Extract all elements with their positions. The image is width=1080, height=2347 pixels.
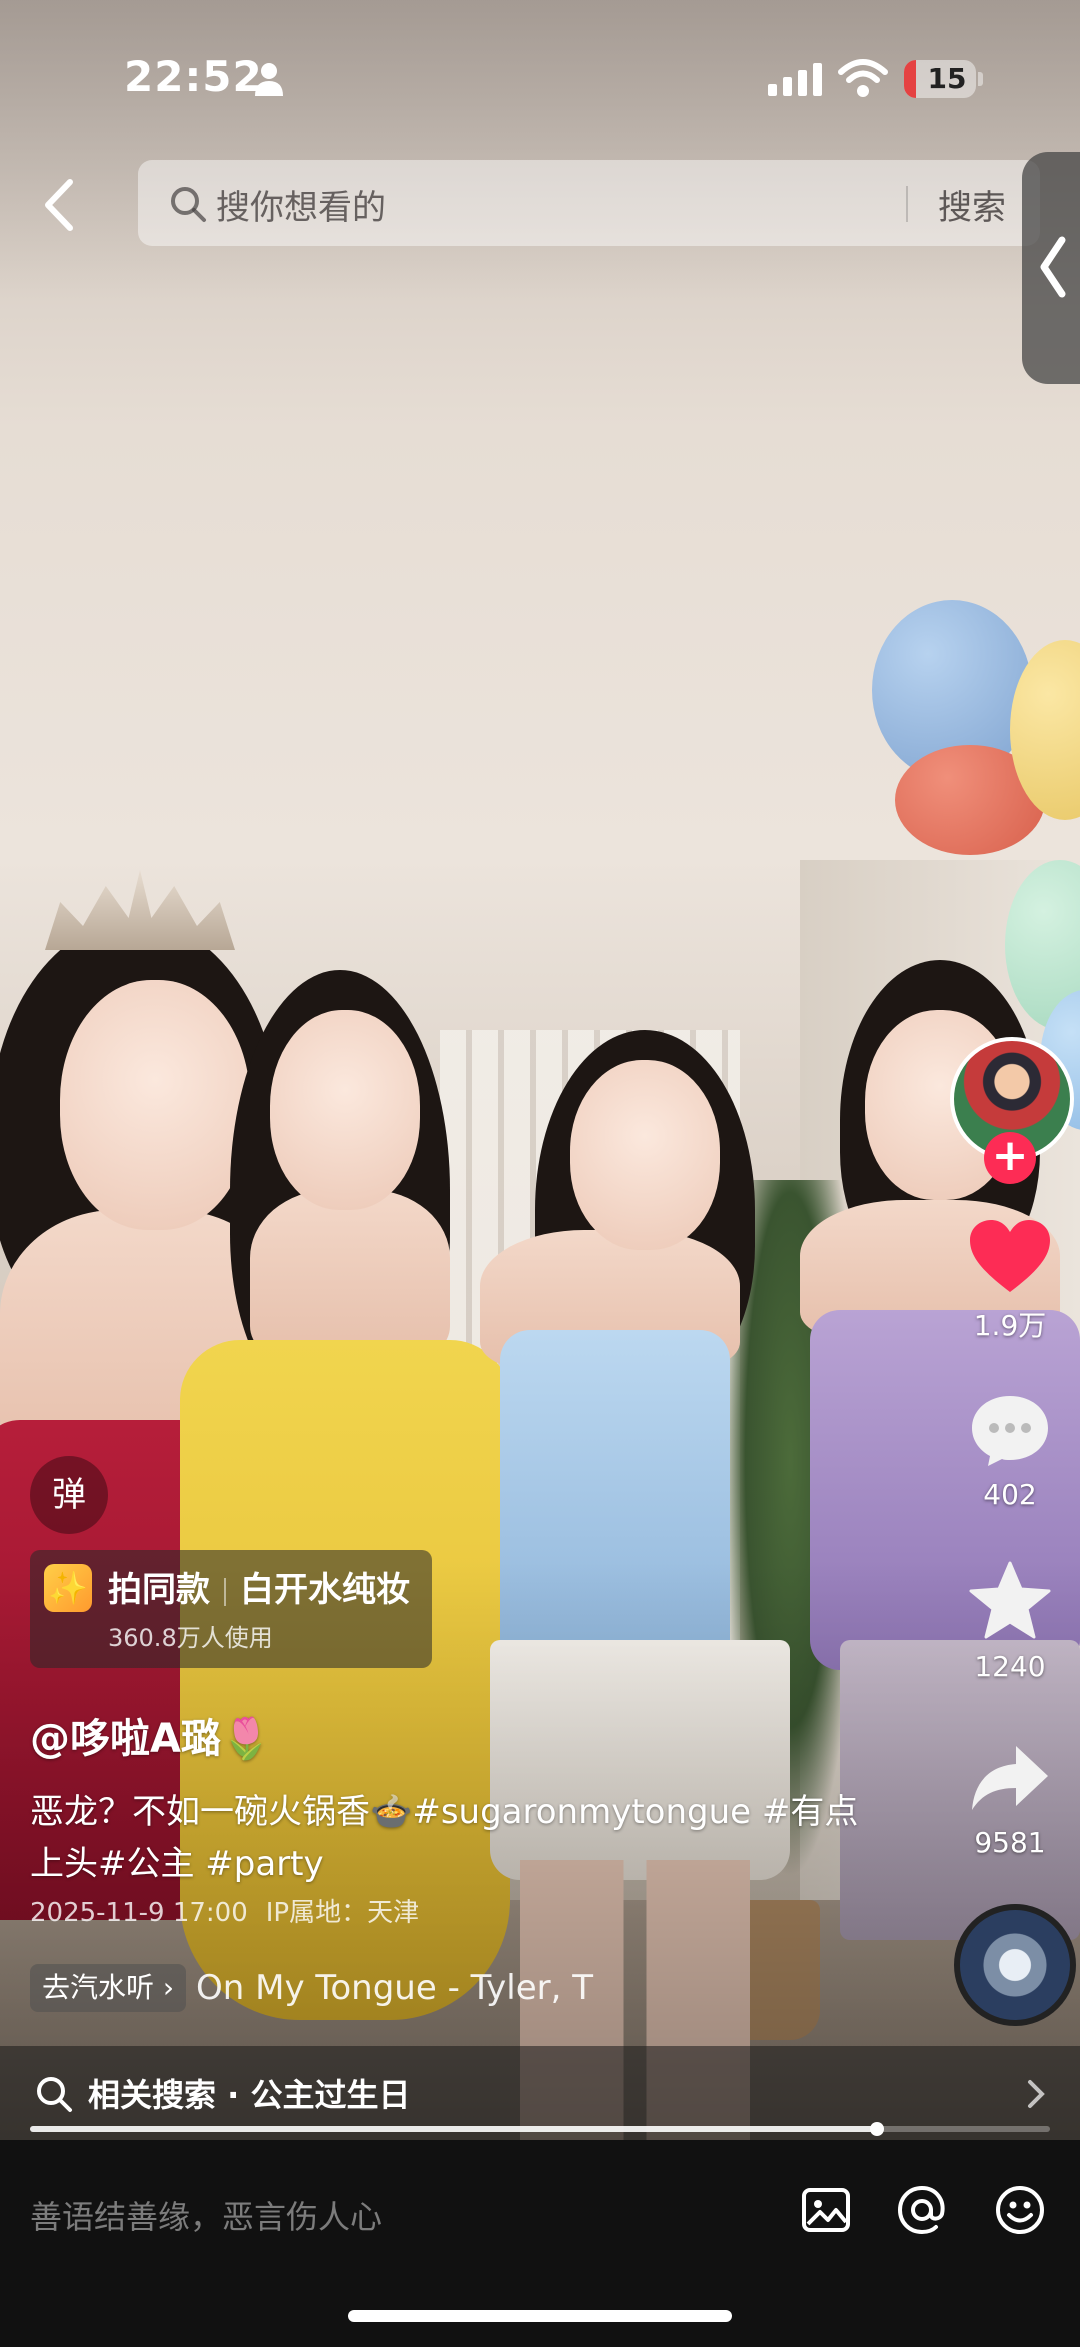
comment-button[interactable]: 402 bbox=[950, 1392, 1070, 1511]
effect-label: 拍同款 bbox=[108, 1570, 210, 1610]
comment-icon bbox=[972, 1396, 1048, 1466]
battery-indicator: 15 bbox=[904, 60, 976, 98]
divider bbox=[224, 1577, 226, 1606]
like-count: 1.9万 bbox=[973, 1309, 1047, 1342]
chevron-left-icon bbox=[1040, 236, 1066, 298]
comment-input[interactable]: 善语结善缘，恶言伤人心 bbox=[30, 2192, 382, 2238]
music-title[interactable]: On My Tongue - Tyler, T bbox=[196, 1964, 593, 2012]
search-input[interactable]: 搜你想看的 bbox=[216, 180, 386, 229]
favorite-count: 1240 bbox=[974, 1650, 1046, 1683]
side-drawer-handle[interactable] bbox=[1022, 152, 1080, 384]
search-bar[interactable]: 搜你想看的 搜索 bbox=[138, 160, 1040, 246]
person-icon bbox=[255, 63, 283, 96]
signal-icon bbox=[768, 63, 822, 96]
search-icon bbox=[171, 187, 206, 222]
favorite-button[interactable]: 1240 bbox=[950, 1560, 1070, 1683]
search-icon bbox=[37, 2077, 72, 2112]
divider bbox=[906, 186, 908, 222]
wifi-icon bbox=[838, 59, 888, 97]
video-progress[interactable] bbox=[30, 2122, 1050, 2136]
sparkle-icon: ✨ bbox=[44, 1564, 92, 1612]
effect-card[interactable]: ✨ 拍同款 白开水纯妆 360.8万人使用 bbox=[30, 1550, 432, 1668]
author-name[interactable]: @哆啦A璐🌷 bbox=[30, 1706, 271, 1764]
image-icon[interactable] bbox=[800, 2184, 852, 2236]
video-meta: 2025-11-9 17:00 IP属地：天津 bbox=[30, 1892, 437, 1929]
danmu-toggle[interactable]: 弹 bbox=[30, 1456, 108, 1534]
status-time: 22:52 bbox=[124, 52, 263, 101]
chevron-right-icon bbox=[1028, 2080, 1045, 2108]
status-bar: 22:52 15 bbox=[0, 0, 1080, 150]
share-button[interactable]: 9581 bbox=[950, 1740, 1070, 1859]
follow-button[interactable]: + bbox=[984, 1132, 1036, 1184]
share-count: 9581 bbox=[974, 1826, 1046, 1859]
battery-level: 15 bbox=[927, 62, 967, 95]
post-date: 2025-11-9 17:00 bbox=[30, 1898, 248, 1928]
search-button[interactable]: 搜索 bbox=[938, 180, 1006, 229]
back-icon[interactable] bbox=[30, 170, 90, 240]
home-indicator[interactable] bbox=[348, 2310, 732, 2322]
battery-tip bbox=[978, 72, 983, 86]
star-icon bbox=[969, 1561, 1051, 1639]
crown bbox=[45, 870, 235, 950]
emoji-icon[interactable] bbox=[994, 2184, 1046, 2236]
progress-fill bbox=[30, 2126, 877, 2132]
ip-location: IP属地：天津 bbox=[265, 1898, 420, 1928]
listen-tag[interactable]: 去汽水听 › bbox=[30, 1964, 187, 2012]
music-disc[interactable] bbox=[954, 1904, 1076, 2026]
effect-name: 白开水纯妆 bbox=[240, 1570, 410, 1610]
heart-icon bbox=[970, 1220, 1050, 1292]
like-button[interactable]: 1.9万 bbox=[950, 1218, 1070, 1344]
share-icon bbox=[972, 1746, 1048, 1810]
comment-bar: 善语结善缘，恶言伤人心 bbox=[0, 2140, 1080, 2347]
video-caption[interactable]: 恶龙？不如一碗火锅香🍲#sugaronmytongue #有点上头#公主 #pa… bbox=[30, 1786, 870, 1890]
effect-usage: 360.8万人使用 bbox=[108, 1624, 273, 1652]
progress-knob[interactable] bbox=[869, 2122, 884, 2136]
related-search-text: 相关搜索 · 公主过生日 bbox=[88, 2076, 411, 2114]
comment-count: 402 bbox=[983, 1478, 1037, 1511]
at-icon[interactable] bbox=[896, 2184, 948, 2236]
